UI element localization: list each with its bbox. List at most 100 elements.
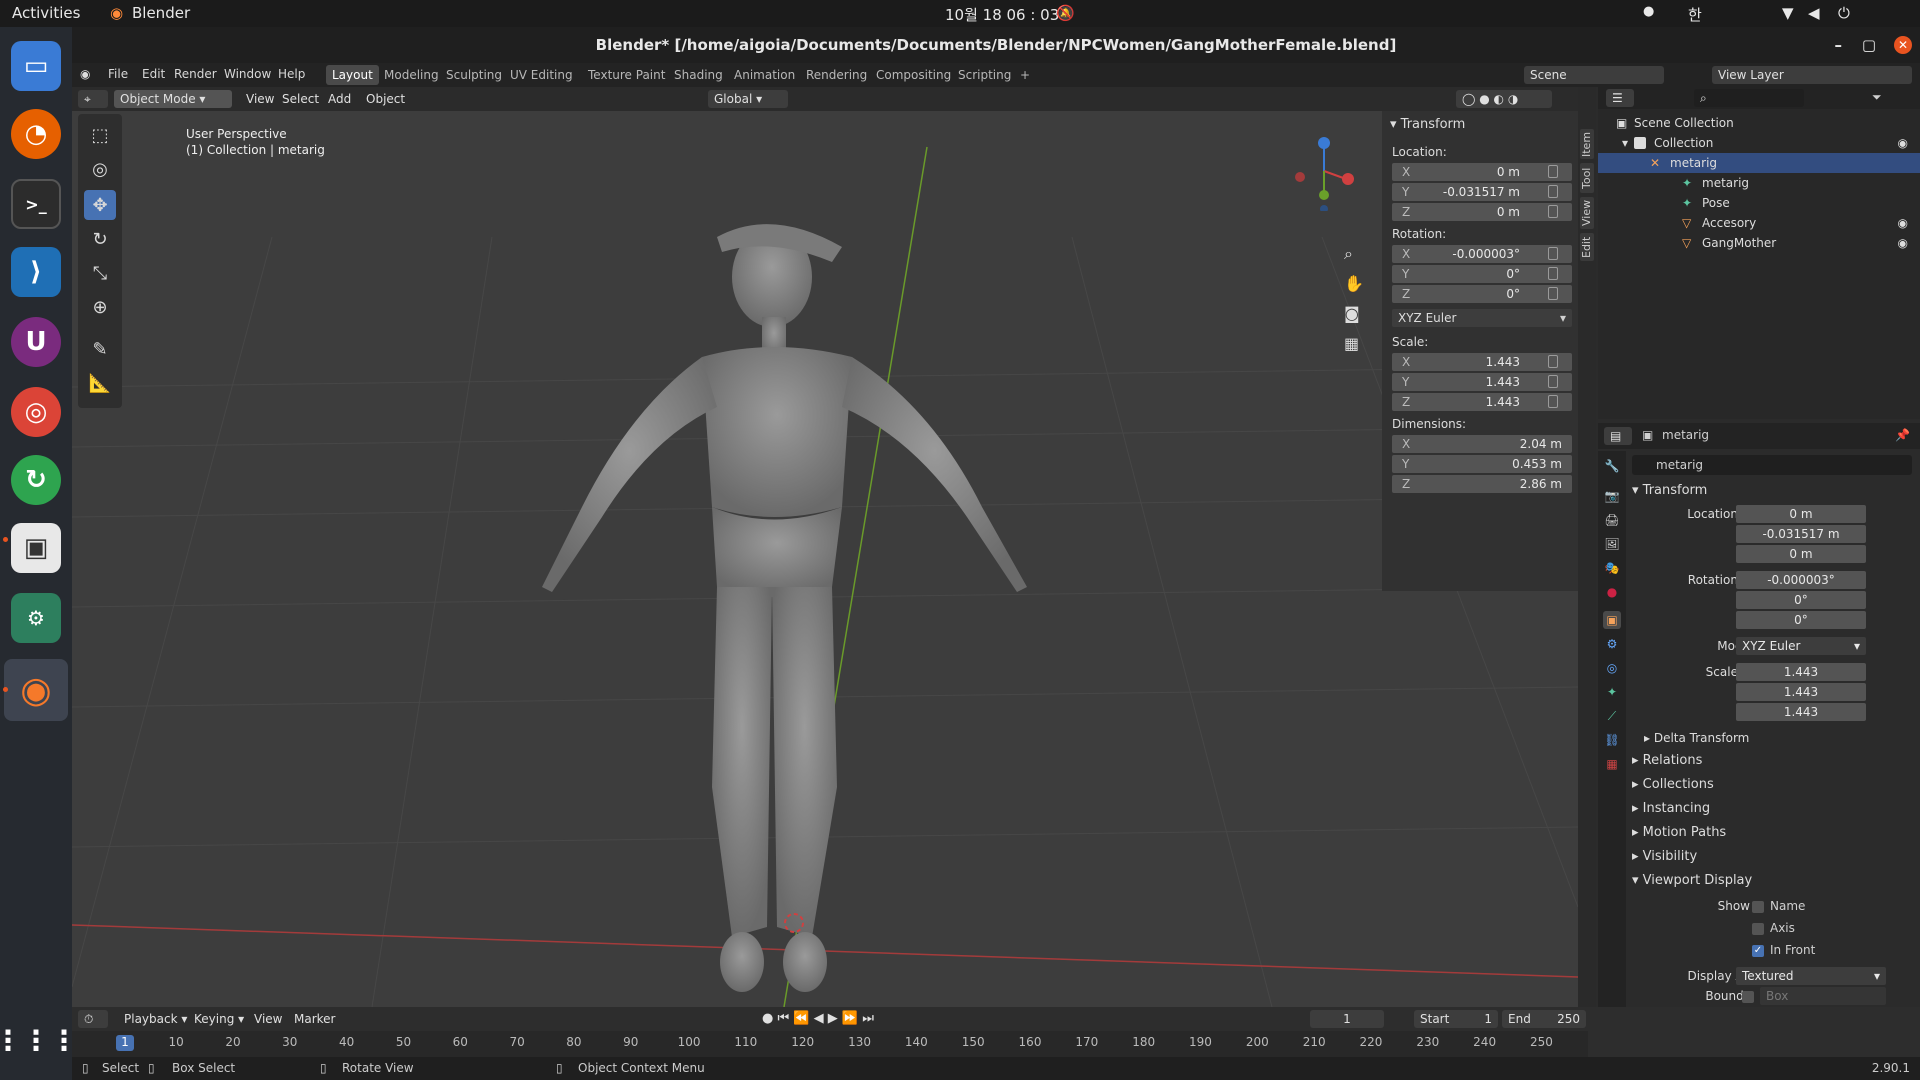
zoom-icon[interactable]: ⌕ bbox=[1344, 239, 1364, 269]
end-frame-field[interactable]: End 250 bbox=[1502, 1010, 1586, 1028]
outliner-row-scene-collection[interactable]: ▣ Scene Collection bbox=[1598, 113, 1920, 133]
select-box-icon[interactable]: ⬚ bbox=[84, 120, 116, 150]
instancing-section[interactable]: ▸ Instancing bbox=[1632, 801, 1710, 816]
sync-app-icon[interactable]: ↻ bbox=[11, 455, 61, 505]
current-frame-field[interactable]: 1 bbox=[1310, 1010, 1384, 1028]
outliner-search-input[interactable]: ⌕ bbox=[1694, 89, 1804, 107]
activities-button[interactable]: Activities bbox=[12, 4, 80, 22]
chrome-icon[interactable]: ◎ bbox=[11, 387, 61, 437]
rotation-z-field[interactable]: 0° bbox=[1736, 611, 1866, 629]
3d-viewport[interactable]: ⌖ Object Mode ▾ View Select Add Object G… bbox=[72, 87, 1578, 1007]
tab-shading[interactable]: Shading bbox=[668, 65, 729, 85]
usb-creator-icon[interactable]: ⚙ bbox=[11, 593, 61, 643]
n-rotation-x[interactable]: X -0.000003° bbox=[1392, 245, 1572, 263]
clock[interactable]: 10월 18 06 : 03 bbox=[945, 4, 1059, 25]
delta-transform-section[interactable]: ▸ Delta Transform bbox=[1644, 731, 1749, 745]
view-layer-tab-icon[interactable]: 🖼 bbox=[1603, 535, 1621, 553]
collections-section[interactable]: ▸ Collections bbox=[1632, 777, 1714, 792]
editor-type-icon[interactable]: ▤ bbox=[1604, 427, 1632, 445]
blender-icon[interactable]: ◉ bbox=[11, 665, 61, 715]
n-dimension-z[interactable]: Z 2.86 m bbox=[1392, 475, 1572, 493]
location-y-field[interactable]: -0.031517 m bbox=[1736, 525, 1866, 543]
power-icon[interactable]: ⏻ bbox=[1838, 4, 1850, 22]
terminal-icon[interactable]: >_ bbox=[11, 179, 61, 229]
editor-type-icon[interactable]: ⌖ bbox=[78, 90, 108, 108]
tab-sculpting[interactable]: Sculpting bbox=[440, 65, 508, 85]
playback-controls[interactable]: ● ⏮ ⏪ ◀ ▶ ⏩ ⏭ bbox=[762, 1010, 874, 1028]
n-location-y[interactable]: Y -0.031517 m bbox=[1392, 183, 1572, 201]
n-dimension-y[interactable]: Y 0.453 m bbox=[1392, 455, 1572, 473]
menu-window[interactable]: Window bbox=[224, 67, 271, 81]
scale-icon[interactable]: ⤡ bbox=[84, 258, 116, 288]
firefox-icon[interactable]: ◔ bbox=[11, 109, 61, 159]
menu-help[interactable]: Help bbox=[278, 67, 305, 81]
pin-icon[interactable]: 📌 bbox=[1895, 428, 1910, 442]
grid-toggle-icon[interactable]: ▦ bbox=[1344, 329, 1364, 359]
n-location-z[interactable]: Z0 m bbox=[1392, 203, 1572, 221]
tool-tab-icon[interactable]: 🔧 bbox=[1603, 457, 1621, 475]
pan-hand-icon[interactable]: ✋ bbox=[1344, 269, 1364, 299]
object-tab-icon[interactable]: ▣ bbox=[1603, 611, 1621, 629]
filter-icon[interactable]: ⏷ bbox=[1872, 90, 1882, 105]
output-tab-icon[interactable]: 🖨 bbox=[1603, 511, 1621, 529]
move-icon[interactable]: ✥ bbox=[84, 190, 116, 220]
visibility-section[interactable]: ▸ Visibility bbox=[1632, 849, 1697, 864]
cursor-icon[interactable]: ◎ bbox=[84, 154, 116, 184]
bone-tab-icon[interactable]: ⟋ bbox=[1603, 707, 1621, 725]
files-icon[interactable]: ▭ bbox=[11, 41, 61, 91]
show-axis-checkbox[interactable] bbox=[1752, 923, 1764, 935]
timeline-ruler[interactable]: 1 10 20 30 40 50 60 70 80 90 100 110 120 130 140 150 160… bbox=[72, 1031, 1588, 1057]
maximize-icon[interactable]: ▢ bbox=[1862, 27, 1876, 63]
timeline-editor-icon[interactable]: ⏱ bbox=[78, 1010, 108, 1028]
menu-select[interactable]: Select bbox=[282, 90, 319, 108]
close-icon[interactable]: ✕ bbox=[1894, 36, 1912, 54]
navigation-gizmo[interactable] bbox=[1294, 131, 1354, 211]
mode-selector[interactable]: Object Mode ▾ bbox=[114, 90, 232, 108]
outliner-row-collection[interactable]: ▾ Collection ◉ bbox=[1598, 133, 1920, 153]
texture-tab-icon[interactable]: ▦ bbox=[1603, 755, 1621, 773]
blender-menu-icon[interactable]: ◉ bbox=[80, 67, 90, 81]
location-x-field[interactable]: 0 m bbox=[1736, 505, 1866, 523]
outliner-row-metarig[interactable]: ✕ metarig bbox=[1598, 153, 1920, 173]
rotation-y-field[interactable]: 0° bbox=[1736, 591, 1866, 609]
n-location-x[interactable]: X0 m bbox=[1392, 163, 1572, 181]
motion-paths-section[interactable]: ▸ Motion Paths bbox=[1632, 825, 1726, 840]
tab-uv-editing[interactable]: UV Editing bbox=[504, 65, 579, 85]
view-layer-selector[interactable]: View Layer bbox=[1712, 66, 1912, 84]
minimize-icon[interactable]: – bbox=[1835, 27, 1843, 63]
display-as-select[interactable]: Textured ▾ bbox=[1736, 967, 1886, 985]
modifiers-tab-icon[interactable]: ⚙ bbox=[1603, 635, 1621, 653]
transform-icon[interactable]: ⊕ bbox=[84, 292, 116, 322]
outliner-row-metarig-data[interactable]: ✦ metarig bbox=[1598, 173, 1920, 193]
outliner-row-gangmother[interactable]: ▽ GangMother ◉ bbox=[1598, 233, 1920, 253]
menu-render[interactable]: Render bbox=[174, 67, 217, 81]
screenshot-app-icon[interactable]: ▣ bbox=[11, 523, 61, 573]
constraints-tab-icon[interactable]: ⛓ bbox=[1603, 731, 1621, 749]
tab-animation[interactable]: Animation bbox=[728, 65, 801, 85]
tab-modeling[interactable]: Modeling bbox=[378, 65, 445, 85]
menu-add[interactable]: Add bbox=[328, 90, 351, 108]
n-scale-z[interactable]: Z 1.443 bbox=[1392, 393, 1572, 411]
scale-z-field[interactable]: 1.443 bbox=[1736, 703, 1866, 721]
menu-object[interactable]: Object bbox=[366, 90, 405, 108]
tab-item[interactable]: Item bbox=[1580, 129, 1594, 159]
camera-icon[interactable]: ◙ bbox=[1344, 299, 1364, 329]
scale-x-field[interactable]: 1.443 bbox=[1736, 663, 1866, 681]
tab-layout[interactable]: Layout bbox=[326, 65, 379, 85]
tab-edit[interactable]: Edit bbox=[1580, 233, 1594, 261]
app-name[interactable]: Blender bbox=[132, 4, 190, 22]
vscode-icon[interactable]: ⟩ bbox=[11, 247, 61, 297]
tab-compositing[interactable]: Compositing bbox=[870, 65, 957, 85]
volume-icon[interactable]: ◀ bbox=[1808, 4, 1820, 22]
n-scale-x[interactable]: X 1.443 bbox=[1392, 353, 1572, 371]
tab-view[interactable]: View bbox=[1580, 197, 1594, 229]
menu-timeline-view[interactable]: View bbox=[254, 1010, 282, 1028]
menu-file[interactable]: File bbox=[108, 67, 128, 81]
rotation-x-field[interactable]: -0.000003° bbox=[1736, 571, 1866, 589]
n-scale-y[interactable]: Y 1.443 bbox=[1392, 373, 1572, 391]
transform-header[interactable]: ▾ Transform bbox=[1390, 117, 1465, 132]
relations-section[interactable]: ▸ Relations bbox=[1632, 753, 1702, 768]
tab-texture-paint[interactable]: Texture Paint bbox=[582, 65, 671, 85]
tab-rendering[interactable]: Rendering bbox=[800, 65, 873, 85]
show-name-checkbox[interactable] bbox=[1752, 901, 1764, 913]
